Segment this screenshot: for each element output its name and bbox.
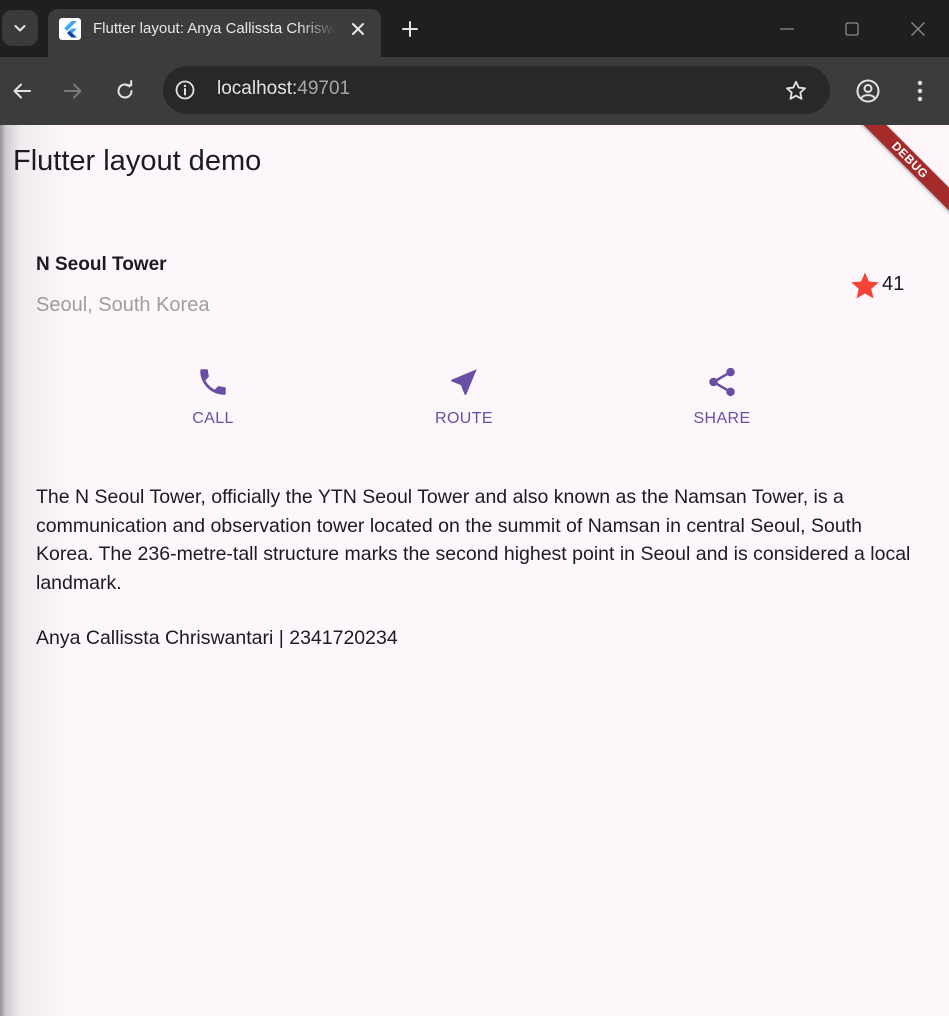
url-host: localhost: (217, 78, 298, 99)
minimize-icon (780, 28, 794, 30)
flutter-logo-icon (59, 18, 81, 40)
bookmark-button[interactable] (783, 78, 809, 104)
profile-icon (856, 79, 880, 103)
url-text[interactable]: localhost:49701 (217, 78, 350, 100)
maximize-button[interactable] (838, 15, 866, 43)
maximize-icon (845, 22, 859, 36)
menu-dots-icon (917, 80, 923, 102)
browser-tab[interactable]: Flutter layout: Anya Callissta Chriswant… (48, 9, 381, 57)
window-close-icon (911, 22, 925, 36)
route-button[interactable]: ROUTE (404, 365, 524, 428)
tab-strip: Flutter layout: Anya Callissta Chriswant… (0, 0, 949, 57)
close-icon (352, 23, 364, 35)
share-button[interactable]: SHARE (662, 365, 782, 428)
back-arrow-icon (13, 83, 31, 99)
navigation-icon (451, 369, 477, 395)
share-icon (709, 367, 735, 397)
reload-button[interactable] (109, 75, 141, 107)
site-info-icon (175, 80, 195, 100)
place-name: N Seoul Tower (36, 254, 167, 275)
tab-search-icon (14, 25, 26, 32)
rating-star-icon (851, 272, 879, 299)
share-label: SHARE (693, 410, 751, 427)
debug-banner: DEBUG (851, 125, 949, 219)
reload-icon (117, 80, 133, 99)
page-content: Flutter layout demo DEBUG N Seoul Tower … (0, 125, 949, 1016)
profile-button[interactable] (852, 75, 884, 107)
tab-search-button[interactable] (2, 10, 38, 46)
phone-icon (200, 369, 226, 395)
app-bar-title: Flutter layout demo (13, 145, 262, 177)
tab-close-button[interactable] (346, 17, 370, 41)
window-close-button[interactable] (904, 15, 932, 43)
place-location: Seoul, South Korea (36, 294, 210, 316)
tab-title: Flutter layout: Anya Callissta Chriswant… (93, 20, 336, 37)
browser-toolbar: localhost:49701 (0, 57, 949, 125)
address-bar[interactable]: localhost:49701 (163, 66, 830, 114)
call-label: CALL (192, 410, 234, 427)
place-description: The N Seoul Tower, officially the YTN Se… (36, 486, 911, 595)
minimize-button[interactable] (773, 15, 801, 43)
call-button[interactable]: CALL (153, 365, 273, 428)
new-tab-button[interactable] (396, 15, 424, 43)
browser-window: Flutter layout: Anya Callissta Chriswant… (0, 0, 949, 1016)
bookmark-star-icon (786, 80, 806, 100)
forward-button[interactable] (57, 75, 89, 107)
route-label: ROUTE (435, 410, 493, 427)
browser-menu-button[interactable] (904, 75, 936, 107)
rating-count: 41 (882, 273, 905, 295)
back-button[interactable] (6, 75, 38, 107)
site-info-button[interactable] (173, 78, 197, 102)
url-port: 49701 (297, 78, 351, 99)
author-credit: Anya Callissta Chriswantari | 2341720234 (36, 627, 398, 649)
new-tab-icon (402, 21, 418, 37)
forward-arrow-icon (64, 83, 82, 99)
